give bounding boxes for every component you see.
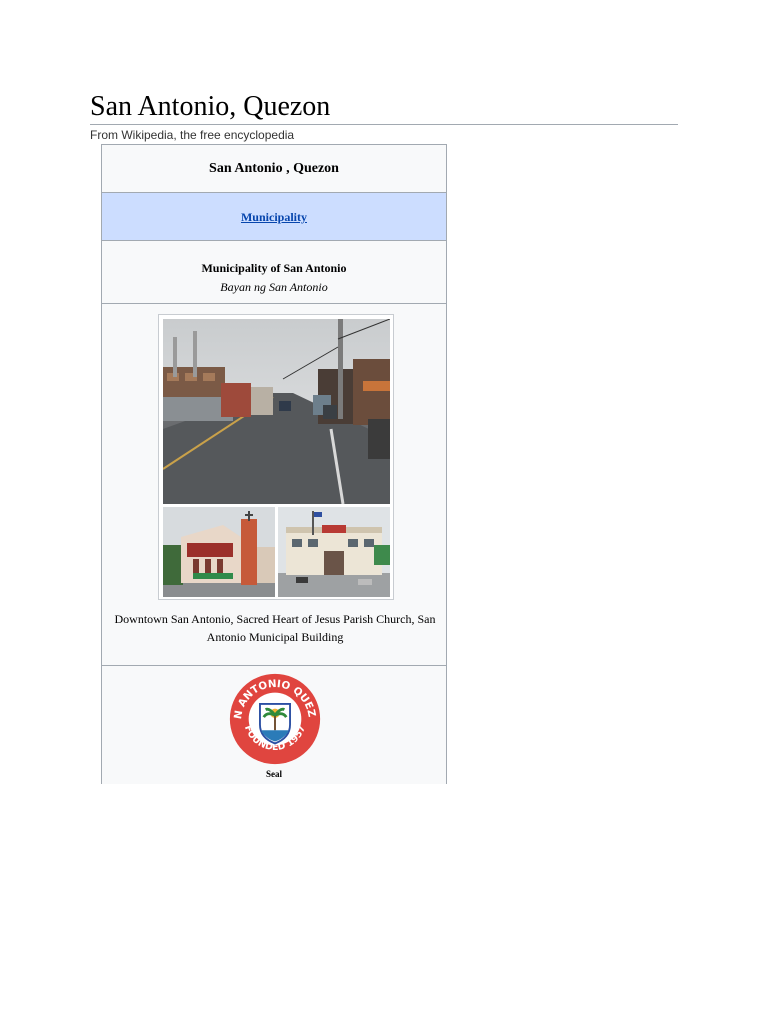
native-name: Bayan ng San Antonio (220, 280, 328, 294)
parish-church-photo[interactable] (163, 507, 275, 597)
seal-caption: Seal (265, 769, 282, 779)
infobox-title: San Antonio , Quezon (102, 145, 446, 193)
photo-montage[interactable] (158, 314, 394, 600)
municipal-seal[interactable]: SAN ANTONIO QUEZON FOUNDED 1957 (228, 672, 322, 766)
infobox-names: Municipality of San Antonio Bayan ng San… (102, 241, 446, 304)
infobox-type-row: Municipality (102, 193, 446, 241)
municipal-building-photo[interactable] (278, 507, 390, 597)
infobox: San Antonio , Quezon Municipality Munici… (101, 144, 447, 784)
photo-caption: Downtown San Antonio, Sacred Heart of Je… (114, 612, 436, 644)
title-divider (90, 124, 678, 125)
site-tagline: From Wikipedia, the free encyclopedia (90, 128, 295, 142)
infobox-seal-row: SAN ANTONIO QUEZON FOUNDED 1957 Seal (102, 666, 446, 784)
downtown-street-photo[interactable] (163, 319, 390, 504)
official-name: Municipality of San Antonio (201, 261, 347, 275)
page-title: San Antonio, Quezon (90, 91, 331, 122)
infobox-photo-row: Downtown San Antonio, Sacred Heart of Je… (102, 304, 446, 666)
municipality-link[interactable]: Municipality (241, 210, 307, 224)
